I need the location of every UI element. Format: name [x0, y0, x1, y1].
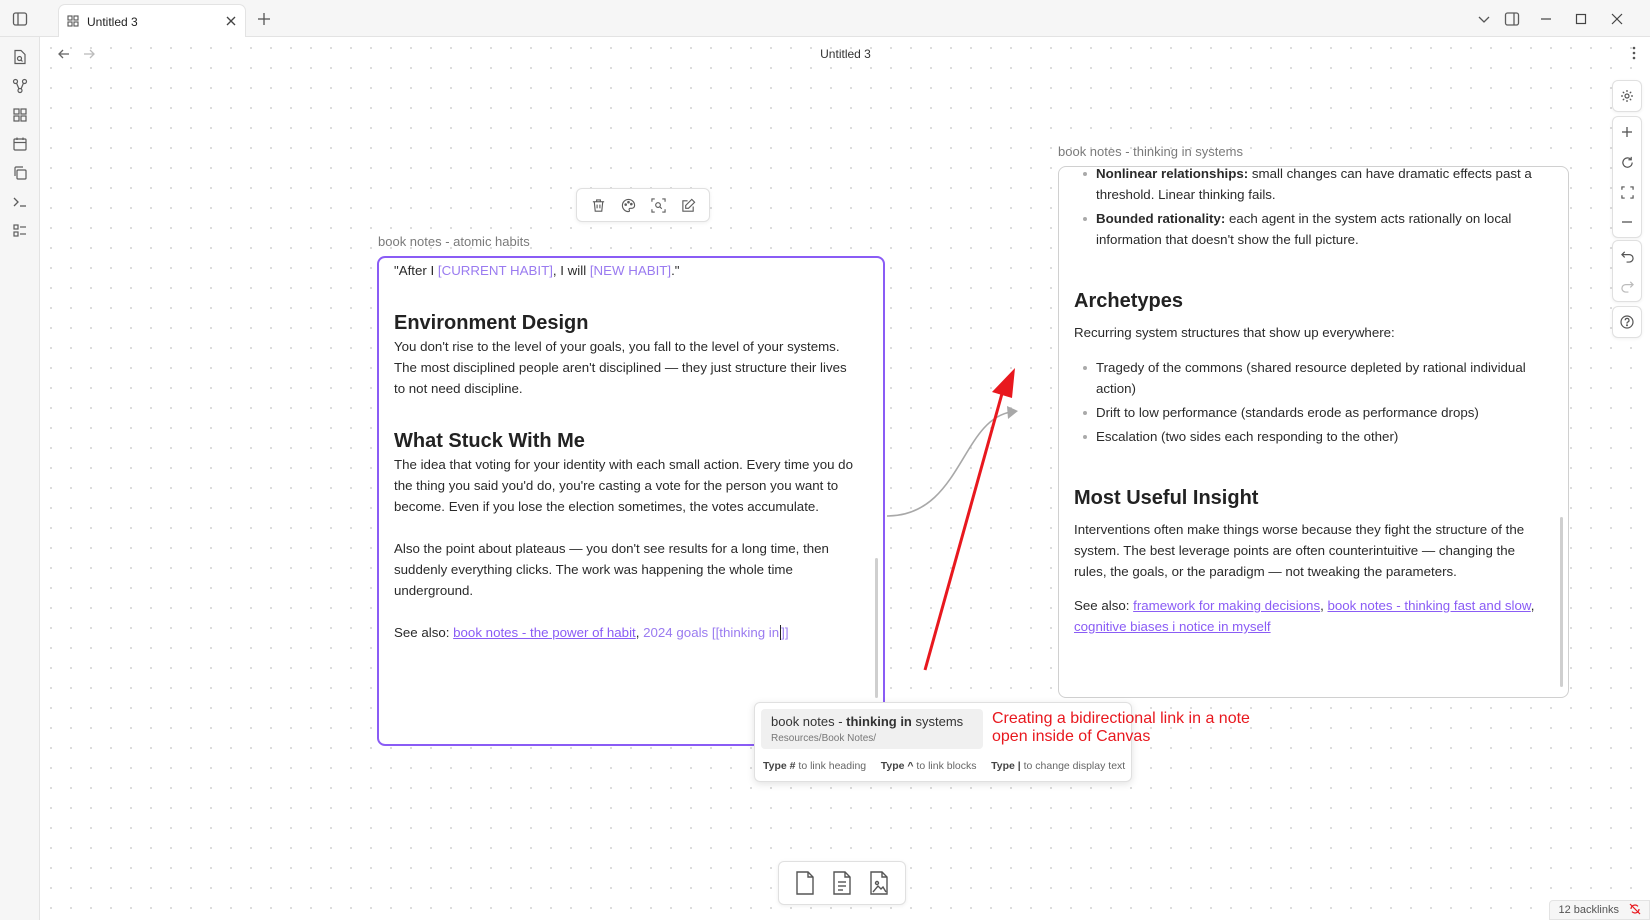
close-icon[interactable] — [225, 14, 237, 32]
maximize-icon[interactable] — [1571, 9, 1591, 29]
edge-arrowhead — [1007, 406, 1018, 419]
paragraph-environment: You don't rise to the level of your goal… — [394, 339, 847, 396]
heading-archetypes: Archetypes — [1074, 290, 1183, 312]
suggestion-item[interactable]: book notes - thinking in systems Resourc… — [761, 709, 983, 749]
minimize-icon[interactable] — [1536, 9, 1556, 29]
note-card-thinking-in-systems[interactable]: Nonlinear relationships: small changes c… — [1058, 166, 1569, 698]
bullet-bounded-rationality: Bounded rationality: each agent in the s… — [1074, 208, 1546, 250]
tab-untitled-3[interactable]: Untitled 3 — [58, 4, 246, 37]
palette-icon[interactable] — [621, 198, 636, 213]
heading-environment-design: Environment Design — [394, 312, 589, 334]
note-card-atomic-habits[interactable]: "After I [CURRENT HABIT], I will [NEW HA… — [377, 256, 885, 746]
sync-error-icon[interactable] — [1629, 903, 1641, 918]
paragraph-plateaus: Also the point about plateaus — you don'… — [394, 541, 829, 598]
link-framework-decisions[interactable]: framework for making decisions — [1133, 598, 1320, 613]
left-ribbon — [0, 37, 40, 920]
backlinks-count[interactable]: 12 backlinks — [1558, 904, 1619, 916]
canvas-add-toolbar — [778, 861, 906, 905]
see-also-line[interactable]: See also: book notes - the power of habi… — [394, 622, 861, 643]
archetype-list: Tragedy of the commons (shared resource … — [1074, 357, 1546, 447]
suggestion-title: book notes - thinking in systems — [771, 714, 964, 729]
paragraph-archetypes: Recurring system structures that show up… — [1074, 325, 1395, 340]
habit-formula: "After I [CURRENT HABIT], I will [NEW HA… — [394, 263, 680, 278]
link-thinking-fast-slow[interactable]: book notes - thinking fast and slow — [1328, 598, 1531, 613]
canvas-grid-icon[interactable] — [10, 105, 30, 125]
list-item: Drift to low performance (standards erod… — [1074, 402, 1546, 423]
link-2024-goals[interactable]: 2024 goals — [643, 625, 708, 640]
file-search-icon[interactable] — [10, 47, 30, 67]
sidebar-toggle-icon[interactable] — [10, 9, 30, 29]
calendar-icon[interactable] — [10, 134, 30, 154]
left-note-label: book notes - atomic habits — [378, 234, 530, 249]
scrollbar[interactable] — [1560, 517, 1563, 687]
bullet-nonlinear: Nonlinear relationships: small changes c… — [1074, 167, 1546, 205]
right-note-label: book notes - thinking in systems — [1058, 144, 1243, 159]
status-bar: 12 backlinks — [1549, 900, 1650, 920]
annotation-arrowhead — [992, 368, 1015, 398]
node-toolbar — [576, 188, 710, 222]
annotation-arrow-shaft — [923, 389, 1005, 671]
link-cognitive-biases[interactable]: cognitive biases i notice in myself — [1074, 619, 1271, 634]
checklist-icon[interactable] — [10, 221, 30, 241]
annotation-text: Creating a bidirectional link in a note … — [992, 710, 1250, 745]
trash-icon[interactable] — [591, 198, 606, 213]
scrollbar[interactable] — [875, 558, 878, 698]
tab-label: Untitled 3 — [87, 15, 138, 29]
right-sidebar-toggle-icon[interactable] — [1502, 9, 1522, 29]
zoom-to-node-icon[interactable] — [650, 197, 666, 213]
typing-link[interactable]: [[thinking in — [708, 625, 779, 640]
suggestion-path: Resources/Book Notes/ — [771, 733, 877, 744]
paragraph-insight: Interventions often make things worse be… — [1074, 522, 1525, 579]
list-item: Tragedy of the commons (shared resource … — [1074, 357, 1546, 399]
graph-icon[interactable] — [10, 76, 30, 96]
heading-most-useful-insight: Most Useful Insight — [1074, 487, 1259, 509]
new-tab-icon[interactable] — [254, 9, 274, 29]
suggestion-hints: Type # to link heading Type ^ to link bl… — [763, 760, 1126, 772]
window-close-icon[interactable] — [1607, 9, 1627, 29]
title-bar: Untitled 3 — [0, 0, 1650, 37]
terminal-icon[interactable] — [10, 192, 30, 212]
add-card-icon[interactable] — [793, 870, 817, 896]
add-note-icon[interactable] — [830, 870, 854, 896]
see-also-line: See also: framework for making decisions… — [1074, 598, 1535, 634]
add-media-icon[interactable] — [867, 870, 891, 896]
chevron-down-icon[interactable] — [1474, 9, 1494, 29]
list-item: Escalation (two sides each responding to… — [1074, 426, 1546, 447]
canvas-icon — [67, 14, 79, 32]
heading-what-stuck: What Stuck With Me — [394, 430, 585, 452]
paragraph-identity: The idea that voting for your identity w… — [394, 457, 853, 514]
copy-icon[interactable] — [10, 163, 30, 183]
link-power-of-habit[interactable]: book notes - the power of habit — [453, 625, 636, 640]
edit-icon[interactable] — [681, 198, 696, 213]
